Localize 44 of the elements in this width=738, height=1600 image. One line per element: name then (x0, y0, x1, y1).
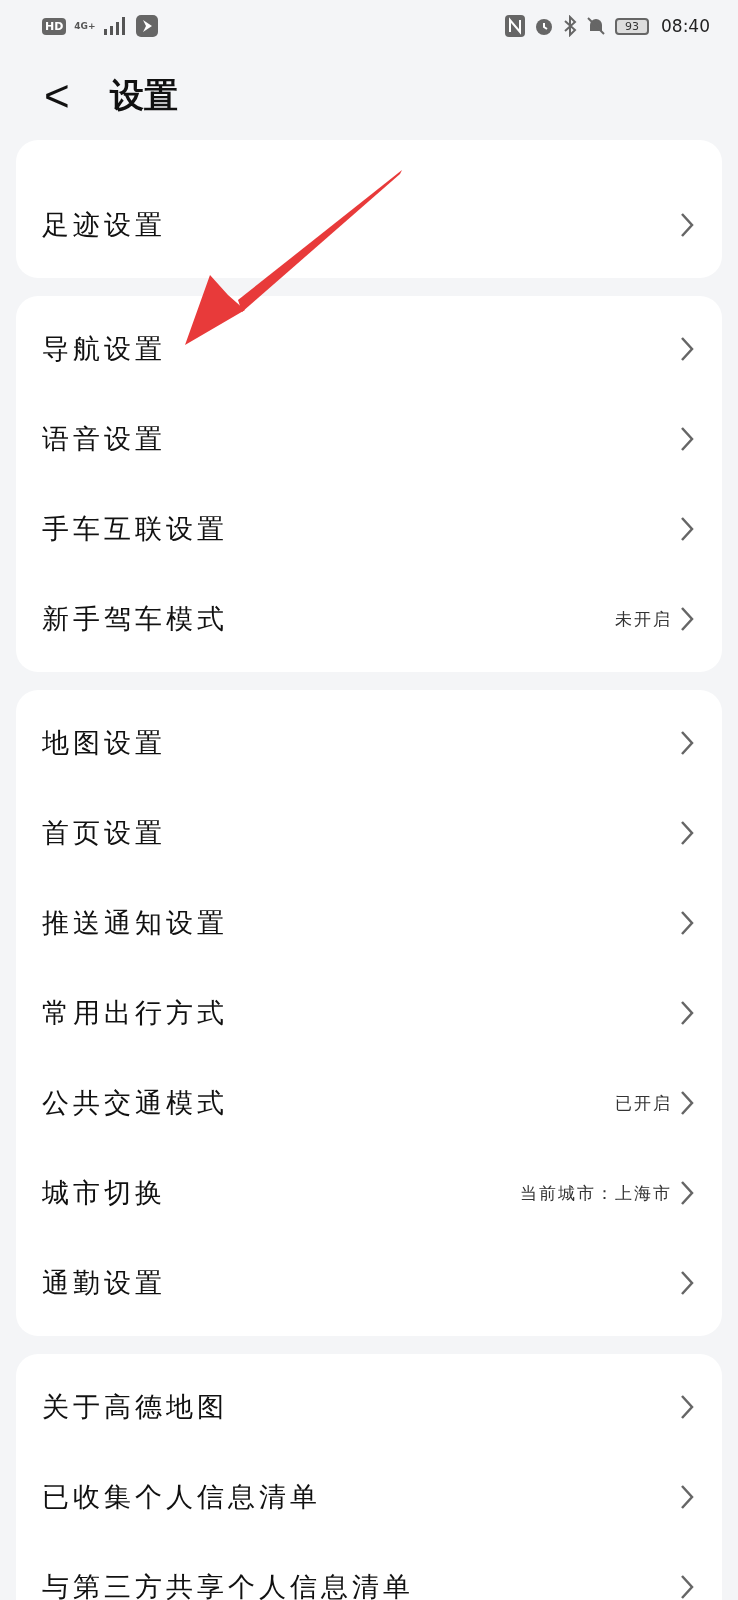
setting-value: 已开启 (615, 1091, 672, 1115)
chevron-right-icon (680, 1394, 694, 1420)
nfc-icon (505, 15, 525, 37)
chevron-right-icon (680, 1090, 694, 1116)
setting-label[interactable]: 新手驾车模式 (42, 601, 615, 637)
setting-label[interactable]: 地图设置 (42, 725, 680, 761)
hd-indicator: HD (42, 17, 67, 35)
chevron-right-icon (680, 910, 694, 936)
network-type: 4G+ (74, 21, 96, 31)
chevron-right-icon (680, 1270, 694, 1296)
chevron-right-icon (680, 606, 694, 632)
chevron-right-icon (680, 730, 694, 756)
setting-label[interactable]: 常用出行方式 (42, 995, 680, 1031)
chevron-right-icon (680, 212, 694, 238)
battery-level: 93 (615, 17, 649, 35)
setting-label[interactable]: 公共交通模式 (42, 1085, 615, 1121)
setting-label[interactable]: 通勤设置 (42, 1265, 680, 1301)
chevron-right-icon (680, 1484, 694, 1510)
page-title: 设置 (109, 74, 178, 117)
chevron-right-icon (680, 1000, 694, 1026)
bluetooth-icon (563, 15, 577, 37)
back-button[interactable]: < (44, 74, 70, 118)
muted-bell-icon (585, 15, 607, 37)
signal-icon (103, 17, 128, 35)
setting-label[interactable]: 推送通知设置 (42, 905, 680, 941)
setting-label[interactable]: 与第三方共享个人信息清单 (42, 1569, 680, 1600)
setting-label[interactable]: 导航设置 (42, 331, 680, 367)
setting-label[interactable]: 首页设置 (42, 815, 680, 851)
chevron-right-icon (680, 1180, 694, 1206)
clock-time: 08:40 (661, 16, 710, 36)
setting-label[interactable]: 手车互联设置 (42, 511, 680, 547)
setting-label[interactable]: 城市切换 (42, 1175, 520, 1211)
setting-label[interactable]: 已收集个人信息清单 (42, 1479, 680, 1515)
setting-label[interactable]: 足迹设置 (42, 207, 680, 243)
chevron-right-icon (680, 820, 694, 846)
setting-value: 当前城市：上海市 (520, 1181, 672, 1205)
app-icon (135, 15, 158, 37)
chevron-right-icon (680, 516, 694, 542)
chevron-right-icon (680, 1574, 694, 1600)
chevron-right-icon (680, 426, 694, 452)
setting-label[interactable]: 关于高德地图 (42, 1389, 680, 1425)
setting-value: 未开启 (615, 607, 672, 631)
chevron-right-icon (680, 336, 694, 362)
setting-label[interactable]: 语音设置 (42, 421, 680, 457)
